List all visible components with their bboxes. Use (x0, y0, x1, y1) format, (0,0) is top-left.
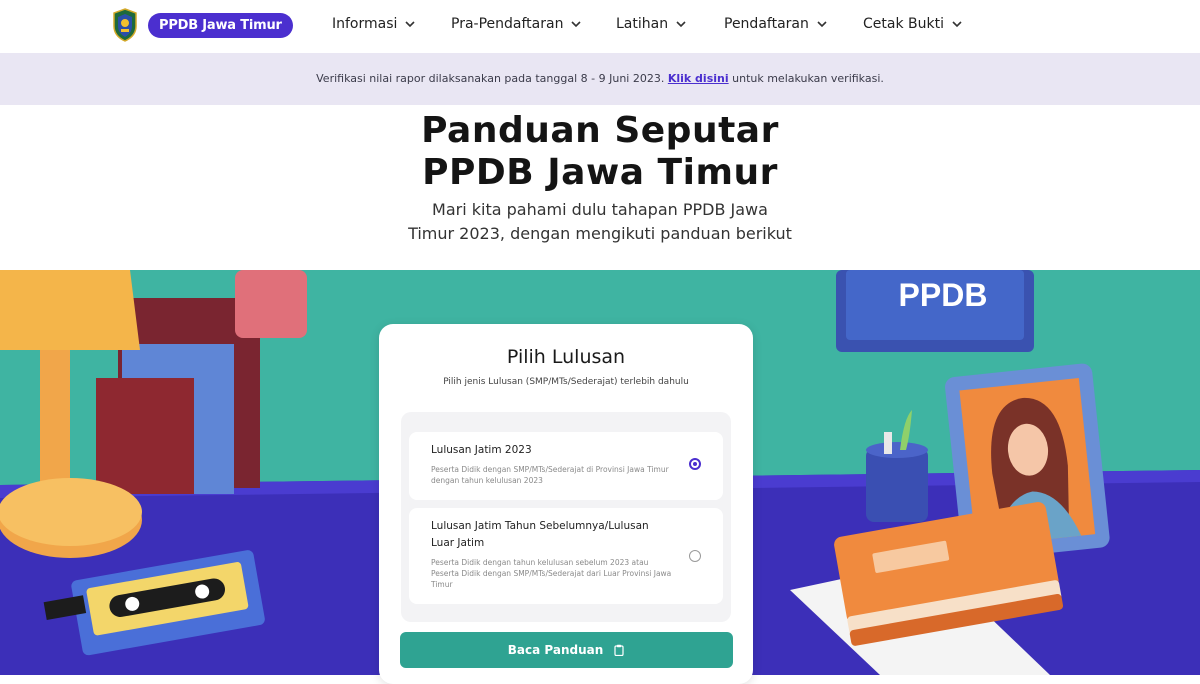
card-title: Pilih Lulusan (506, 346, 626, 368)
nav-item-pendaftaran[interactable]: Pendaftaran (724, 16, 827, 32)
nav-item-label: Pra-Pendaftaran (451, 16, 564, 32)
nav-item-label: Informasi (332, 16, 398, 32)
east-java-emblem-icon[interactable] (112, 8, 138, 42)
chevron-down-icon (676, 21, 686, 28)
chevron-down-icon (405, 21, 415, 28)
banner-text-end: untuk melakukan verifikasi. (732, 72, 884, 85)
announcement-banner: Verifikasi nilai rapor dilaksanakan pada… (0, 53, 1200, 105)
page-subtitle-line: Mari kita pahami dulu tahapan PPDB Jawa (432, 200, 768, 219)
options-container: Lulusan Jatim 2023 Peserta Didik dengan … (401, 412, 731, 622)
chevron-down-icon (952, 21, 962, 28)
lamp-base-top-shape (0, 478, 142, 546)
page-title-line: Panduan Seputar (421, 110, 779, 151)
nav-item-latihan[interactable]: Latihan (616, 16, 686, 32)
read-guide-button[interactable]: Baca Panduan (400, 632, 733, 668)
page-subtitle-line: Timur 2023, dengan mengikuti panduan ber… (408, 224, 792, 243)
banner-text: Verifikasi nilai rapor dilaksanakan pada… (316, 72, 665, 85)
graduation-selection-card: Pilih Lulusan Pilih jenis Lulusan (SMP/M… (379, 324, 753, 684)
option-radio[interactable] (689, 550, 701, 562)
option-description: Peserta Didik dengan tahun kelulusan seb… (431, 558, 672, 589)
option-title: Lulusan Jatim 2023 (431, 444, 532, 456)
option-description: Peserta Didik dengan SMP/MTs/Sederajat d… (431, 465, 669, 485)
read-guide-button-label: Baca Panduan (507, 643, 604, 657)
top-navbar: PPDB Jawa Timur Informasi Pra-Pendaftara… (0, 0, 1200, 53)
brand-home-link[interactable]: PPDB Jawa Timur (148, 13, 293, 38)
page-subtitle: Mari kita pahami dulu tahapan PPDB Jawa … (360, 198, 840, 246)
lamp-shade-shape (0, 270, 140, 350)
option-title: Lulusan Jatim Tahun Sebelumnya/Lulusan L… (431, 520, 649, 549)
pink-block-shape (235, 270, 307, 338)
nav-item-cetak-bukti[interactable]: Cetak Bukti (863, 16, 962, 32)
chevron-down-icon (571, 21, 582, 28)
nav-item-label: Latihan (616, 16, 669, 32)
option-lulusan-jatim-2023[interactable]: Lulusan Jatim 2023 Peserta Didik dengan … (409, 432, 723, 500)
clipboard-icon (614, 644, 624, 656)
page-title-line: PPDB Jawa Timur (422, 152, 778, 193)
nav-item-label: Cetak Bukti (863, 16, 944, 32)
option-radio-selected[interactable] (689, 458, 701, 470)
option-lulusan-sebelumnya-luar-jatim[interactable]: Lulusan Jatim Tahun Sebelumnya/Lulusan L… (409, 508, 723, 604)
ppdb-sign-text: PPDB (899, 277, 988, 313)
page-title: Panduan Seputar PPDB Jawa Timur (300, 110, 900, 194)
red-book-shape (96, 378, 194, 494)
verification-link[interactable]: Klik disini (668, 72, 729, 85)
pencil-cup-shape (866, 448, 928, 522)
nav-item-label: Pendaftaran (724, 16, 809, 32)
card-hint: Pilih jenis Lulusan (SMP/MTs/Sederajat) … (443, 377, 689, 387)
nav-item-pra-pendaftaran[interactable]: Pra-Pendaftaran (451, 16, 582, 32)
nav-item-informasi[interactable]: Informasi (332, 16, 415, 32)
chevron-down-icon (817, 21, 827, 28)
